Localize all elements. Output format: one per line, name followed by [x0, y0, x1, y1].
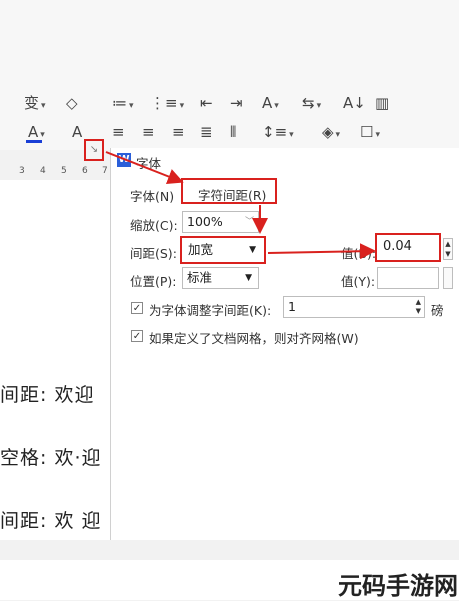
- annotation-arrows: [105, 151, 376, 260]
- watermark-text: 元码手游网: [338, 572, 458, 600]
- arrow-spacing-to-value: [267, 243, 376, 260]
- arrow-launcher-to-tab: [105, 151, 184, 185]
